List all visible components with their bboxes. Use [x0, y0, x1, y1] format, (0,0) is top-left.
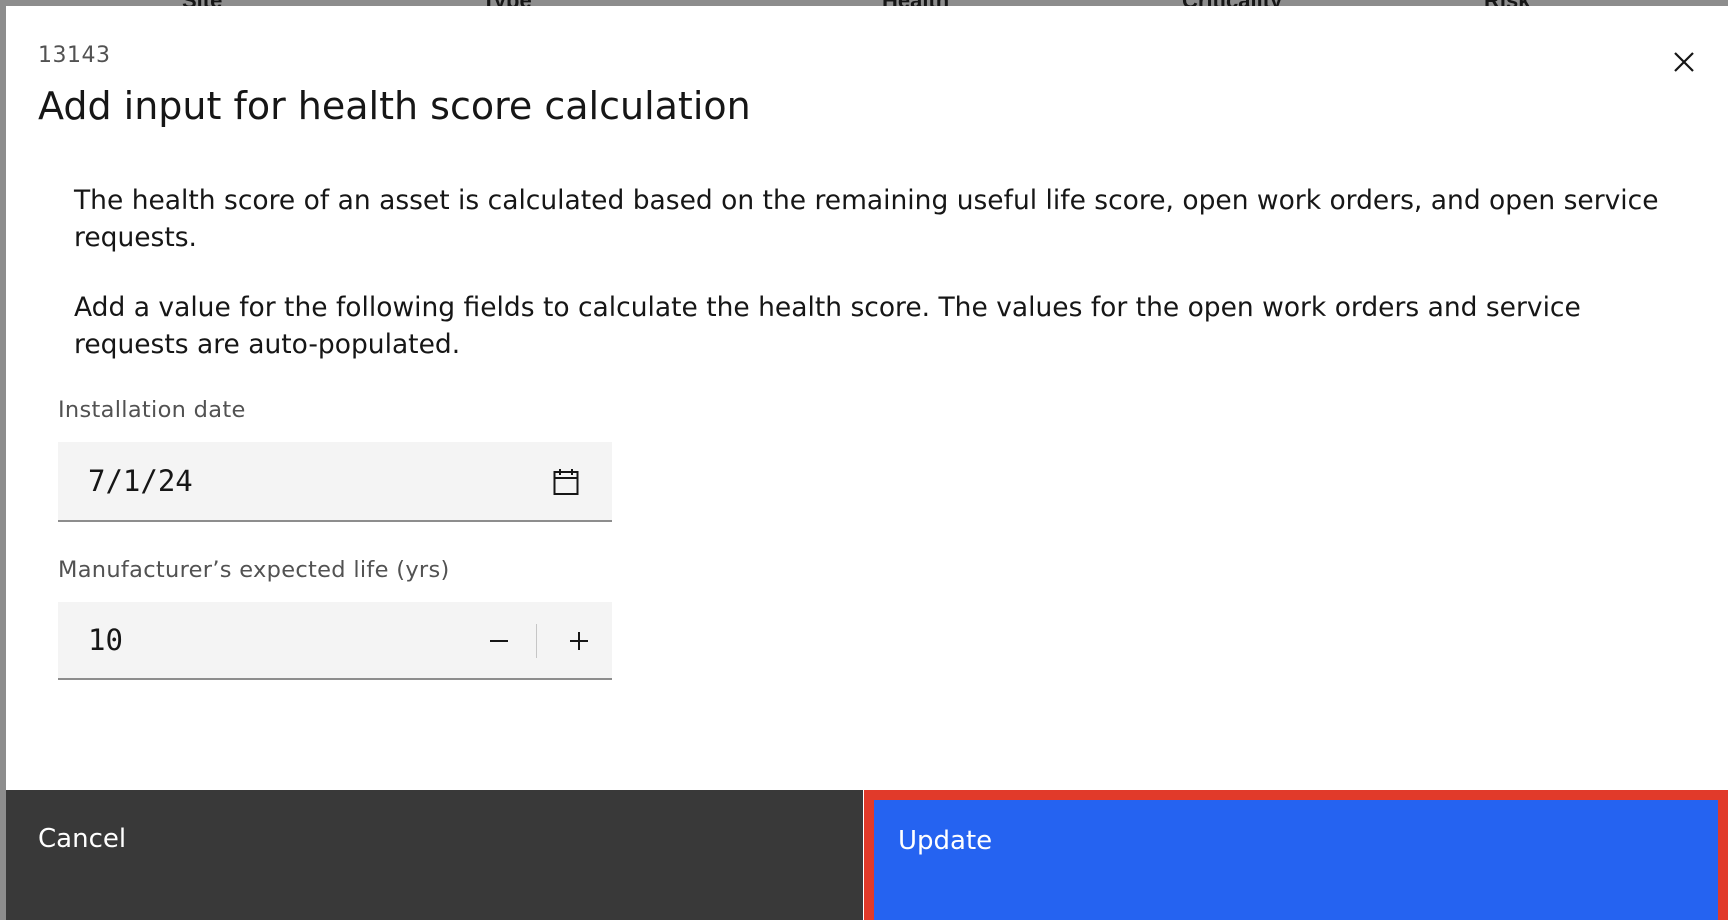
- update-button-wrapper: Update: [863, 790, 1728, 920]
- description-paragraph-1: The health score of an asset is calculat…: [74, 185, 1659, 253]
- expected-life-stepper[interactable]: 10: [58, 602, 612, 680]
- increment-button[interactable]: [558, 620, 600, 662]
- modal-footer: Cancel Update: [6, 790, 1728, 920]
- modal-title: Add input for health score calculation: [38, 84, 751, 128]
- health-score-modal: 13143 Add input for health score calcula…: [6, 6, 1728, 920]
- cancel-button[interactable]: Cancel: [6, 790, 863, 920]
- stepper-divider: [536, 624, 537, 658]
- description-paragraph-2: Add a value for the following fields to …: [74, 292, 1581, 360]
- calendar-icon: [553, 469, 579, 495]
- installation-date-value[interactable]: 7/1/24: [88, 442, 193, 520]
- expected-life-label: Manufacturer’s expected life (yrs): [58, 557, 450, 583]
- modal-label: 13143: [38, 43, 111, 68]
- plus-icon: [570, 632, 588, 650]
- installation-date-field[interactable]: 7/1/24: [58, 442, 612, 522]
- close-icon: [1674, 52, 1694, 72]
- decrement-button[interactable]: [478, 620, 520, 662]
- minus-icon: [490, 640, 508, 642]
- installation-date-label: Installation date: [58, 397, 246, 423]
- update-button[interactable]: Update: [864, 790, 1728, 920]
- calendar-button[interactable]: [548, 464, 584, 500]
- close-button[interactable]: [1658, 36, 1710, 88]
- expected-life-value[interactable]: 10: [88, 602, 123, 678]
